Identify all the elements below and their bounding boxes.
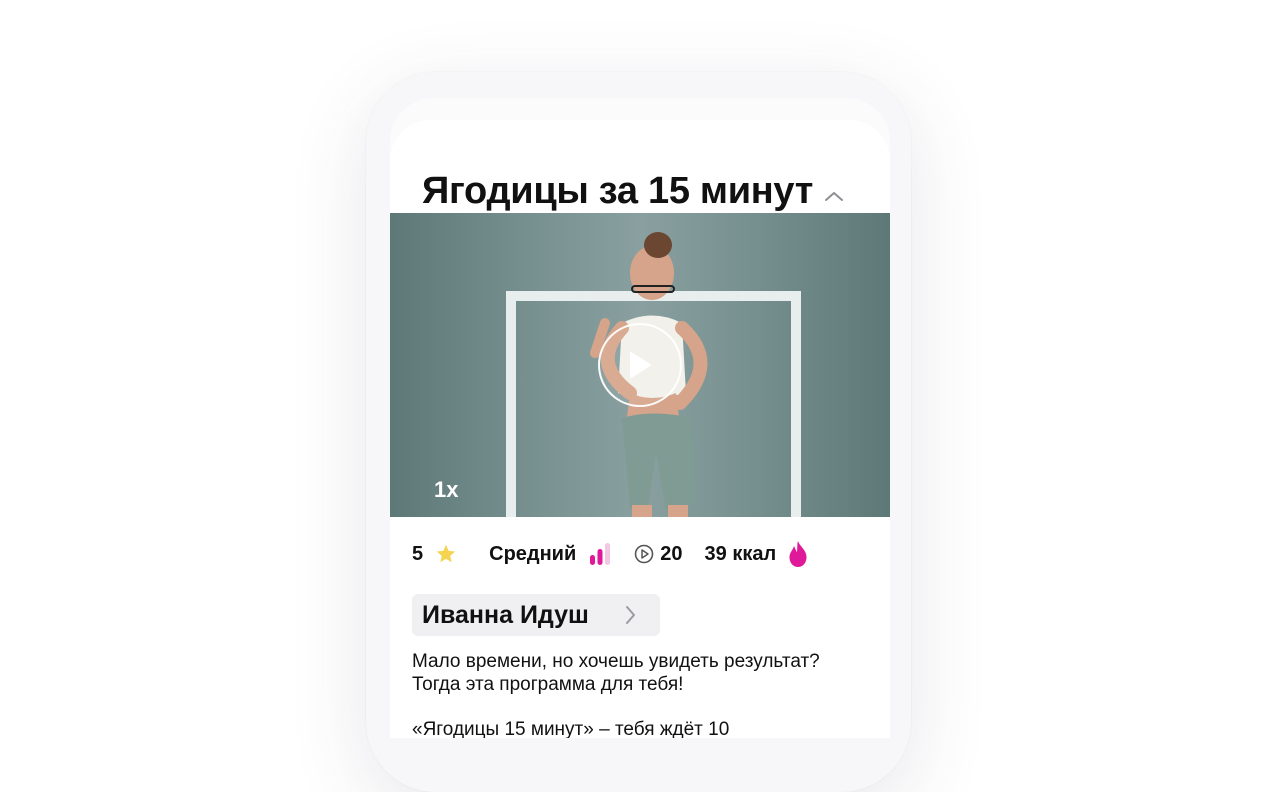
rating-value: 5	[412, 542, 424, 565]
play-circle-icon	[634, 544, 654, 564]
chevron-up-icon[interactable]	[822, 184, 846, 208]
flame-icon	[789, 541, 807, 567]
playback-speed-button[interactable]: 1x	[434, 477, 458, 503]
rating-stat: 5	[412, 543, 457, 566]
play-icon	[630, 352, 651, 378]
calories-value: 39 ккал	[704, 542, 777, 565]
workout-description: Мало времени, но хочешь увидеть результа…	[412, 650, 872, 738]
views-stat: 20	[634, 542, 683, 566]
trainer-link[interactable]: Иванна Идуш	[412, 594, 660, 636]
workout-stats: 5 Средний 20 39 ккал	[412, 540, 808, 568]
trainer-name: Иванна Идуш	[422, 600, 589, 629]
workout-sheet: Ягодицы за 15 минут 1x 5 Средний 20 39 к…	[390, 120, 890, 738]
play-button[interactable]	[598, 323, 682, 407]
level-value: Средний	[489, 542, 577, 565]
app-screen: Ягодицы за 15 минут 1x 5 Средний 20 39 к…	[390, 98, 890, 738]
views-value: 20	[660, 542, 683, 565]
star-icon	[436, 544, 456, 563]
workout-title: Ягодицы за 15 минут	[422, 170, 814, 212]
description-line-2: Тогда эта программа для тебя!	[412, 674, 684, 695]
description-line-1: Мало времени, но хочешь увидеть результа…	[412, 651, 820, 672]
chevron-right-icon	[626, 606, 635, 624]
calories-stat: 39 ккал	[705, 540, 809, 568]
workout-video[interactable]: 1x	[390, 213, 890, 517]
difficulty-bars-icon	[590, 543, 611, 565]
level-stat: Средний	[489, 542, 612, 566]
